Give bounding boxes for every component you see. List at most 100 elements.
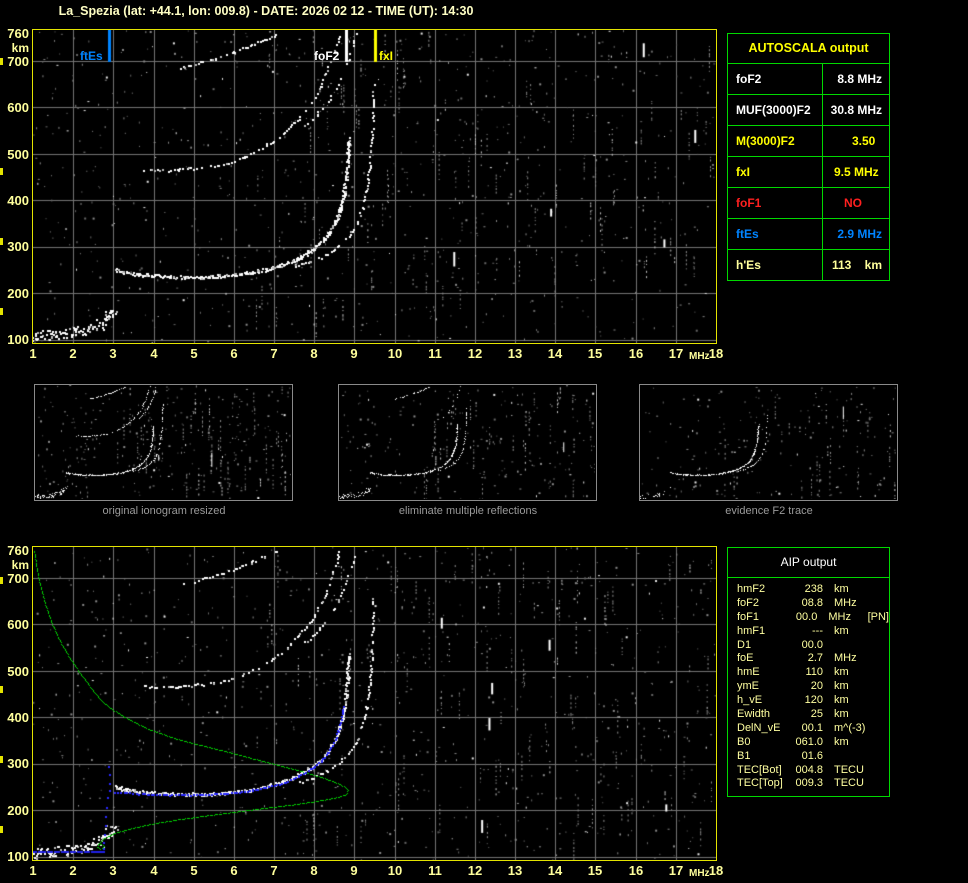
x-tick-label: 14 xyxy=(542,346,568,361)
autoscala-row-label: foF1 xyxy=(728,188,823,218)
x-tick-label: 1 xyxy=(20,346,46,361)
aip-row-unit: m^(-3) xyxy=(834,722,876,736)
y-tick-label: 100 xyxy=(0,332,29,347)
aip-row: D100.0 xyxy=(737,639,889,653)
aip-row: foF100.0MHz[PN] xyxy=(737,611,889,625)
aip-row-value: 2.7 xyxy=(789,652,823,666)
station-title: La_Spezia (lat: +44.1, lon: 009.8) - DAT… xyxy=(0,4,532,18)
x-tick-label: 5 xyxy=(181,863,207,878)
fxI-marker-label: fxI xyxy=(379,49,393,63)
aip-row-unit: km xyxy=(834,680,876,694)
aip-row: foF208.8 MHz xyxy=(737,597,889,611)
aip-row-value: --- xyxy=(789,625,823,639)
x-tick-label: 8 xyxy=(301,346,327,361)
autoscala-row: ftEs2.9 MHz xyxy=(728,219,889,250)
aip-table-title: AIP output xyxy=(728,548,889,578)
aip-row: B101.6 xyxy=(737,750,889,764)
x-tick-label: 14 xyxy=(542,863,568,878)
aip-row-unit: km xyxy=(834,736,876,750)
left-edge-tick xyxy=(0,826,3,833)
y-tick-label: 760 xyxy=(0,26,29,41)
x-tick-label: 9 xyxy=(341,346,367,361)
autoscala-row-label: MUF(3000)F2 xyxy=(728,95,823,125)
left-edge-tick xyxy=(0,238,3,245)
aip-row-unit: km xyxy=(834,666,876,680)
autoscala-row: h'Es113 km xyxy=(728,250,889,280)
x-tick-label: 15 xyxy=(582,346,608,361)
y-tick-label: 700 xyxy=(0,571,29,586)
aip-row: h_vE120km xyxy=(737,694,889,708)
aip-row-unit: km xyxy=(834,694,876,708)
x-tick-label: 2 xyxy=(60,346,86,361)
y-tick-label: 300 xyxy=(0,239,29,254)
left-edge-tick xyxy=(0,168,3,175)
y-tick-label: 100 xyxy=(0,849,29,864)
x-tick-label: 15 xyxy=(582,863,608,878)
aip-row: TEC[Top]009.3TECU xyxy=(737,777,889,791)
y-tick-label: 760 xyxy=(0,543,29,558)
aip-row-label: B1 xyxy=(737,750,789,764)
aip-row: DelN_vE00.1m^(-3) xyxy=(737,722,889,736)
foF2-marker-label: foF2 xyxy=(314,49,339,63)
x-tick-label: 12 xyxy=(462,346,488,361)
aip-row-value: 009.3 xyxy=(789,777,823,791)
autoscala-table-title: AUTOSCALA output xyxy=(728,34,889,64)
y-tick-label: 600 xyxy=(0,100,29,115)
x-tick-label: 3 xyxy=(100,863,126,878)
x-tick-label: 2 xyxy=(60,863,86,878)
aip-row-label: B0 xyxy=(737,736,789,750)
autoscala-program-window: La_Spezia (lat: +44.1, lon: 009.8) - DAT… xyxy=(0,0,968,883)
aip-row-value: 00.1 xyxy=(789,722,823,736)
autoscala-output-table: AUTOSCALA output foF28.8 MHzMUF(3000)F23… xyxy=(727,33,890,281)
aip-row: ymE20km xyxy=(737,680,889,694)
aip-row-label: h_vE xyxy=(737,694,789,708)
left-edge-tick xyxy=(0,58,3,65)
aip-row-unit: TECU xyxy=(834,777,876,791)
autoscala-row-value: 8.8 MHz xyxy=(823,64,889,94)
bottom-ionogram-canvas xyxy=(33,547,716,860)
autoscala-rows: foF28.8 MHzMUF(3000)F230.8 MHzM(3000)F23… xyxy=(728,64,889,280)
y-axis-unit: km xyxy=(0,41,29,55)
aip-row: B0061.0 km xyxy=(737,736,889,750)
x-tick-label: 5 xyxy=(181,346,207,361)
y-tick-label: 400 xyxy=(0,193,29,208)
aip-row-unit: km xyxy=(834,625,876,639)
x-tick-label: 10 xyxy=(382,863,408,878)
y-tick-label: 200 xyxy=(0,286,29,301)
autoscala-row-label: h'Es xyxy=(728,250,823,280)
aip-row-value: 061.0 xyxy=(789,736,823,750)
aip-row-label: hmF1 xyxy=(737,625,789,639)
x-tick-label: 7 xyxy=(261,346,287,361)
x-tick-label: 10 xyxy=(382,346,408,361)
aip-row-label: D1 xyxy=(737,639,789,653)
left-edge-tick xyxy=(0,308,3,315)
x-axis-unit: MHz xyxy=(689,351,710,362)
aip-rows: hmF2238kmfoF208.8MHzfoF100.0MHz[PN]hmF1-… xyxy=(728,578,889,796)
aip-row-label: foF2 xyxy=(737,597,789,611)
autoscala-row-value: 2.9 MHz xyxy=(823,219,889,249)
y-tick-label: 500 xyxy=(0,664,29,679)
y-tick-label: 300 xyxy=(0,756,29,771)
autoscala-row-label: foF2 xyxy=(728,64,823,94)
x-tick-label: 13 xyxy=(502,863,528,878)
aip-row-value: 004.8 xyxy=(789,764,823,778)
aip-row-value: 01.6 xyxy=(789,750,823,764)
x-tick-label: 6 xyxy=(221,346,247,361)
autoscala-row: M(3000)F23.50 xyxy=(728,126,889,157)
y-tick-label: 400 xyxy=(0,710,29,725)
autoscala-row-label: fxI xyxy=(728,157,823,187)
aip-row-extra: [PN] xyxy=(868,611,889,625)
x-tick-label: 11 xyxy=(422,863,448,878)
aip-row-value: 08.8 xyxy=(789,597,823,611)
aip-row-label: ymE xyxy=(737,680,789,694)
autoscala-row: foF28.8 MHz xyxy=(728,64,889,95)
thumb-evidence-caption: evidence F2 trace xyxy=(640,505,898,517)
autoscala-row-value: NO xyxy=(823,188,889,218)
aip-row-unit: MHz xyxy=(834,597,876,611)
autoscala-row-value: 113 km xyxy=(823,250,889,280)
y-axis-unit: km xyxy=(0,558,29,572)
y-tick-label: 200 xyxy=(0,803,29,818)
x-tick-label: 1 xyxy=(20,863,46,878)
aip-row-value: 00.0 xyxy=(789,639,823,653)
top-ionogram-canvas xyxy=(33,30,716,343)
